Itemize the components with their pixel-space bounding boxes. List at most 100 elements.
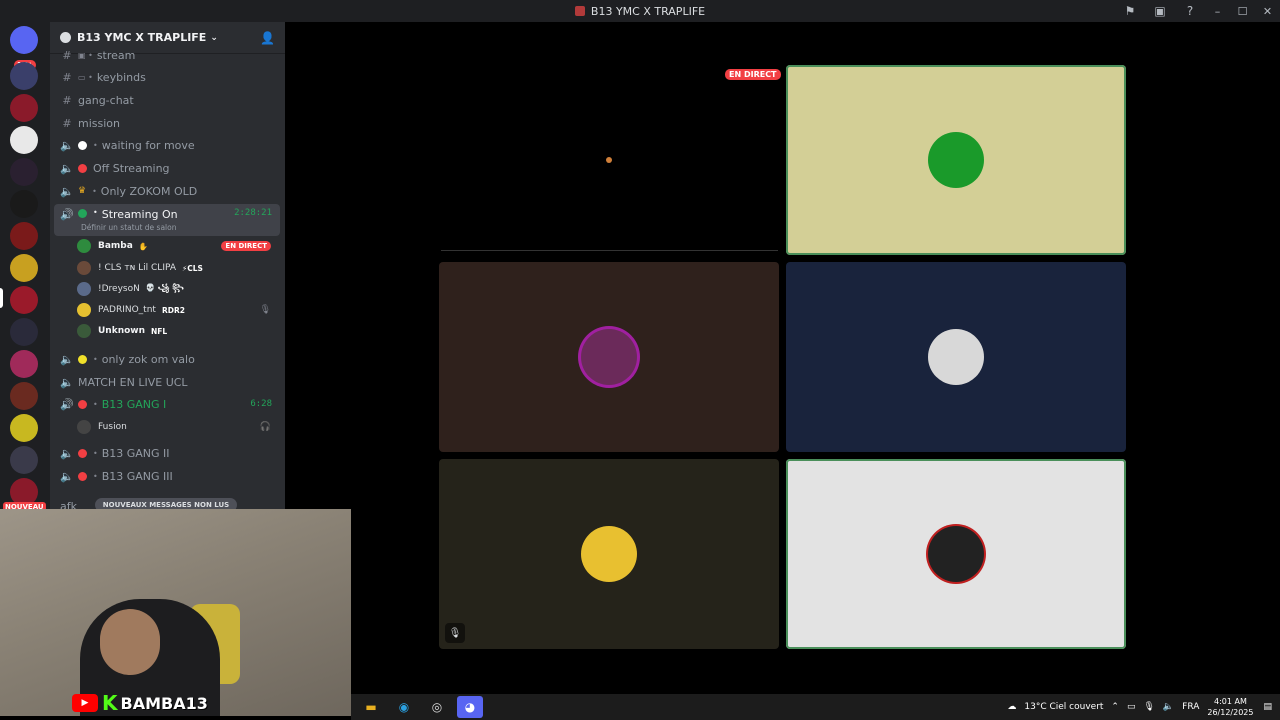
voice-user[interactable]: Unknown NFL [77, 321, 277, 341]
streamer-head [100, 609, 160, 675]
live-badge: EN DIRECT [221, 241, 271, 251]
voice-channel[interactable]: 🔈 Off Streaming [54, 158, 280, 178]
server-icon[interactable] [10, 382, 38, 410]
title-bar: B13 YMC X TRAPLIFE ⚑ ▣ ? – ☐ ✕ [0, 0, 1280, 22]
file-explorer-icon[interactable]: ▬ [358, 696, 384, 718]
language-indicator[interactable]: FRA [1182, 702, 1199, 712]
avatar [77, 282, 91, 296]
direct-messages-icon[interactable] [10, 26, 38, 54]
server-icon[interactable] [10, 190, 38, 218]
hash-icon: # [62, 48, 72, 62]
stream-branding: ▶ K BAMBA13 [72, 691, 208, 715]
avatar [77, 303, 91, 317]
avatar [77, 324, 91, 338]
hash-icon: # [62, 116, 72, 130]
server-icon[interactable] [10, 222, 38, 250]
chevron-down-icon: ⌄ [210, 32, 218, 43]
channel-item[interactable]: # ▭ • keybinds [54, 67, 280, 87]
stream-progress-line [441, 250, 778, 251]
weather-text[interactable]: 13°C Ciel couvert [1024, 702, 1103, 712]
voice-channel-active[interactable]: 🔊 • Streaming On 2:28:21 Définir un stat… [54, 204, 280, 236]
youtube-icon: ▶ [72, 694, 98, 712]
stream-preview-dot [606, 157, 612, 163]
edge-icon[interactable]: ◉ [391, 696, 417, 718]
status-dot [78, 140, 87, 150]
keyboard-icon: ▭ • [78, 72, 93, 82]
minimize-button[interactable]: – [1205, 0, 1230, 22]
participant-tile[interactable] [786, 262, 1126, 452]
speaker-icon: 🔈 [60, 469, 74, 483]
server-icon[interactable] [10, 94, 38, 122]
hash-icon: # [62, 93, 72, 107]
speaker-icon: 🔈 [60, 161, 74, 175]
participant-tile[interactable] [439, 262, 779, 452]
weather-icon[interactable]: ☁ [1007, 702, 1016, 712]
mic-icon[interactable]: 🎙 [1143, 702, 1154, 712]
server-icon[interactable] [10, 158, 38, 186]
participant-tile[interactable] [786, 459, 1126, 649]
avatar [77, 261, 91, 275]
speaker-icon: 🔈 [60, 352, 74, 366]
avatar [77, 420, 91, 434]
network-icon[interactable]: ▭ [1127, 702, 1136, 712]
channel-item[interactable]: # mission [54, 113, 280, 133]
speaker-active-icon: 🔊 [60, 208, 74, 221]
voice-channel[interactable]: 🔈 • B13 GANG III [54, 466, 280, 486]
server-icon[interactable] [10, 254, 38, 282]
voice-channel[interactable]: 🔊 • B13 GANG I 6:28 [54, 394, 280, 414]
flag-icon[interactable]: ⚑ [1115, 0, 1145, 22]
add-member-icon[interactable]: 👤 [260, 31, 275, 45]
voice-channel[interactable]: 🔈 • B13 GANG II [54, 443, 280, 463]
server-icon[interactable] [10, 414, 38, 442]
clock[interactable]: 4:01 AM 26/12/2025 [1207, 696, 1253, 718]
voice-user[interactable]: Bamba ✋ EN DIRECT [77, 236, 277, 256]
status-dot [78, 163, 87, 173]
participant-avatar [581, 526, 637, 582]
volume-icon[interactable]: 🔈 [1163, 702, 1174, 712]
voice-user[interactable]: Fusion 🎧 [77, 417, 277, 437]
app-logo-icon [574, 5, 585, 16]
server-rail: 1K+ NOUVEAU [0, 22, 50, 512]
server-icon[interactable] [10, 446, 38, 474]
close-button[interactable]: ✕ [1255, 0, 1280, 22]
voice-channel[interactable]: 🔈 • waiting for move [54, 135, 280, 155]
server-name: B13 YMC X TRAPLIFE [77, 31, 207, 44]
voice-channel[interactable]: 🔈 MATCH EN LIVE UCL [54, 372, 280, 392]
notification-icon[interactable]: ▤ [1263, 702, 1272, 712]
avatar [77, 239, 91, 253]
participant-tile[interactable]: 🎙 [439, 459, 779, 649]
deafened-icon: 🎧 [259, 422, 271, 432]
voice-user[interactable]: ! CLS ᴛɴ Lil CLIPA ⚡CLS [77, 258, 277, 278]
inbox-icon[interactable]: ▣ [1145, 0, 1175, 22]
hash-icon: # [62, 70, 72, 84]
speaker-icon: 🔈 [60, 446, 74, 460]
window-title: B13 YMC X TRAPLIFE [0, 5, 1280, 18]
participant-avatar [928, 132, 984, 188]
chevron-up-icon[interactable]: ⌃ [1111, 702, 1119, 712]
server-icon[interactable] [10, 126, 38, 154]
server-icon-active[interactable] [10, 286, 38, 314]
status-dot [78, 209, 87, 218]
channel-status-line[interactable]: Définir un statut de salon [81, 223, 176, 232]
status-dot [78, 399, 87, 409]
discord-icon[interactable]: ◕ [457, 696, 483, 718]
help-icon[interactable]: ? [1175, 0, 1205, 22]
server-icon[interactable] [10, 350, 38, 378]
maximize-button[interactable]: ☐ [1230, 0, 1255, 22]
live-badge: EN DIRECT [725, 69, 781, 80]
speaker-icon: 🔈 [60, 184, 74, 198]
participant-tile[interactable] [786, 65, 1126, 255]
participant-avatar [928, 526, 984, 582]
voice-channel[interactable]: 🔈 ♛ • Only ZOKOM OLD [54, 181, 280, 201]
voice-user[interactable]: !DreysoN 💀 ꧁ ꧂ [77, 279, 277, 299]
voice-channel[interactable]: 🔈 • only zok om valo [54, 349, 280, 369]
voice-timer: 2:28:21 [234, 208, 272, 218]
channel-item[interactable]: # gang-chat [54, 90, 280, 110]
server-icon[interactable] [10, 62, 38, 90]
server-icon[interactable] [10, 318, 38, 346]
voice-user[interactable]: PADRINO_tnt RDR2 🎙 [77, 300, 277, 320]
channel-item[interactable]: # ▣ • stream [54, 45, 280, 65]
steam-icon[interactable]: ◎ [424, 696, 450, 718]
taskbar: ▬ ◉ ◎ ◕ ☁ 13°C Ciel couvert ⌃ ▭ 🎙 🔈 FRA … [351, 694, 1280, 720]
participant-avatar [928, 329, 984, 385]
